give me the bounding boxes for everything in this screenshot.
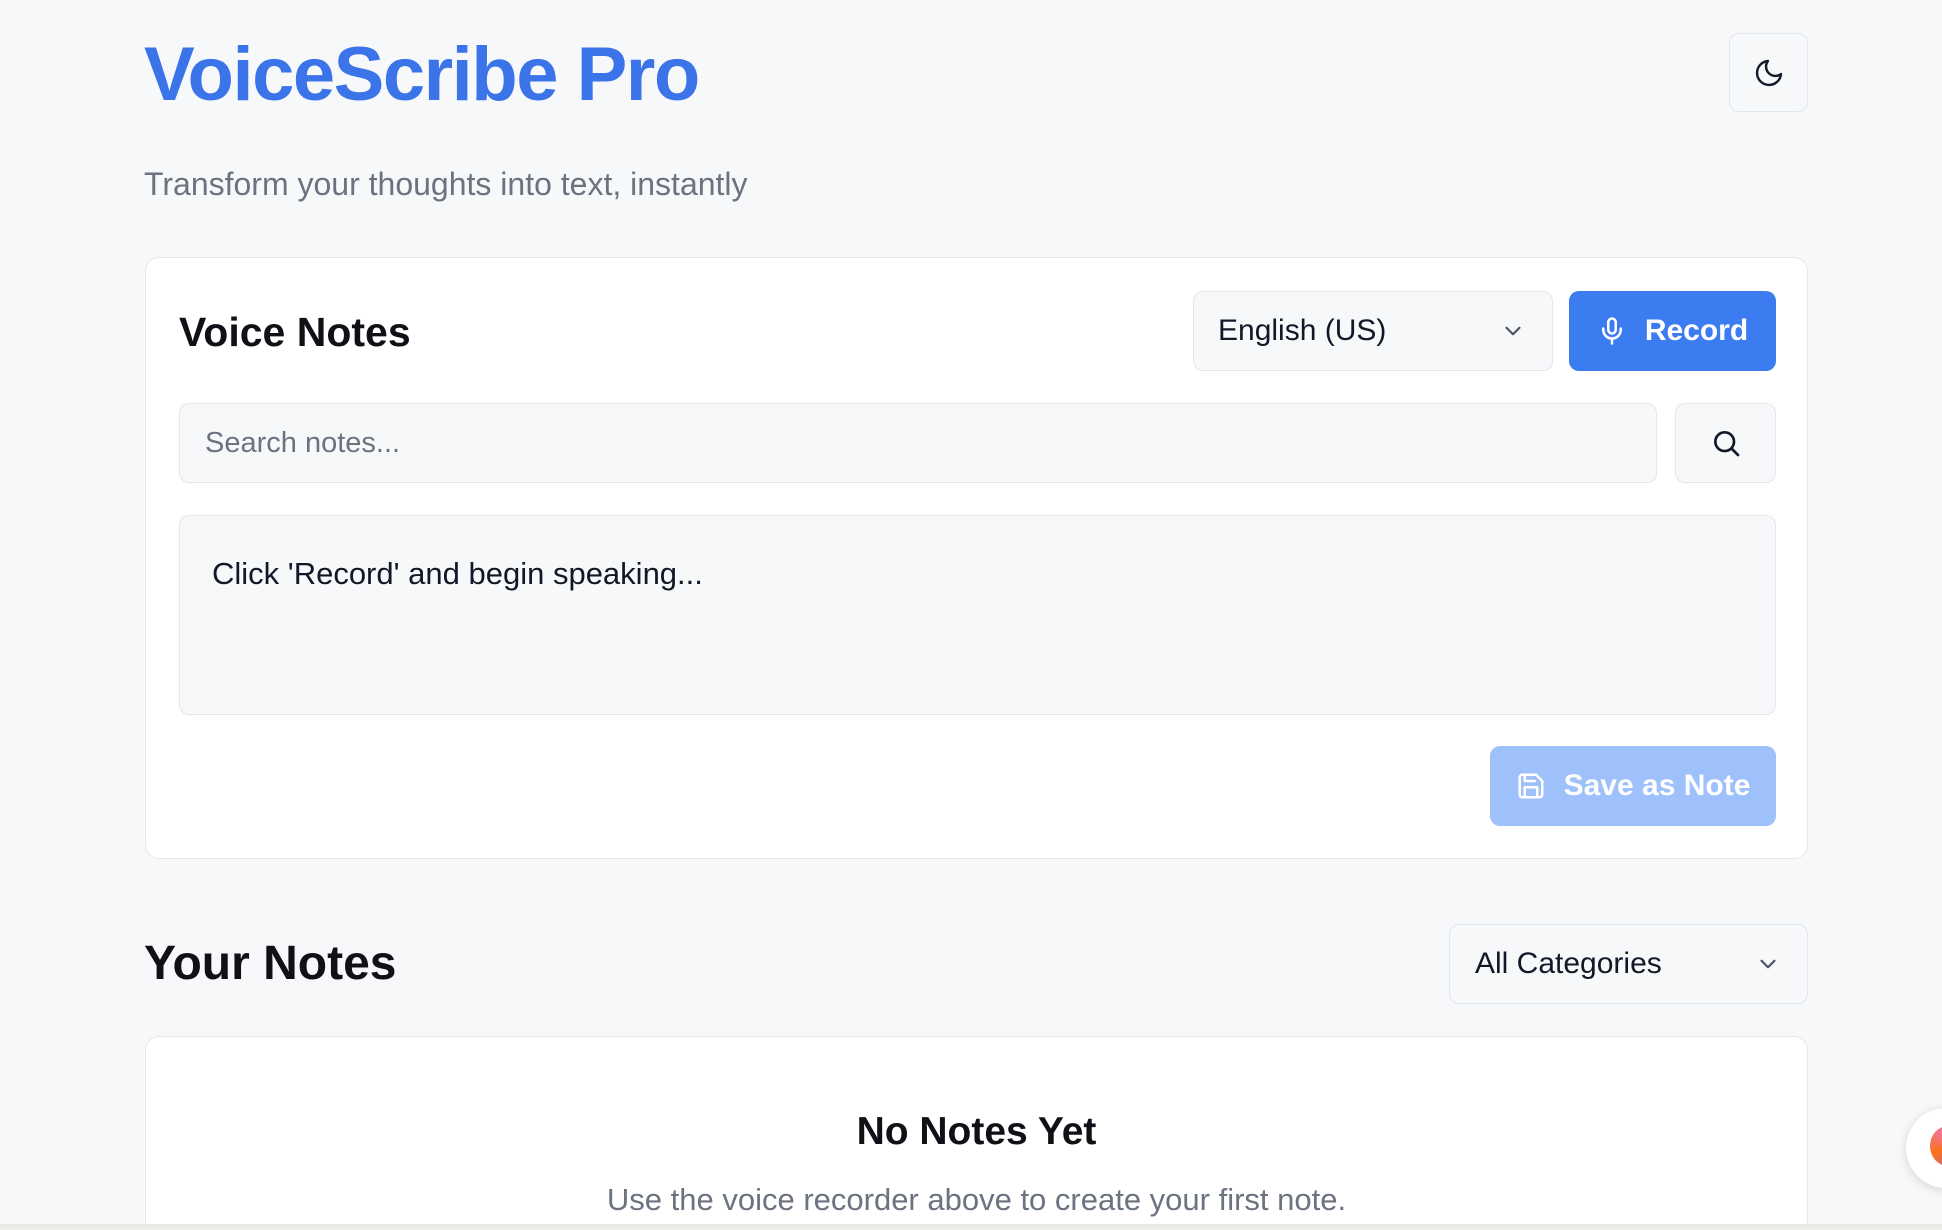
chevron-down-icon [1760, 959, 1776, 969]
your-notes-heading: Your Notes [144, 937, 397, 990]
search-notes-input[interactable] [179, 403, 1657, 483]
save-button-label: Save as Note [1563, 769, 1751, 802]
theme-toggle-button[interactable] [1729, 33, 1808, 112]
voice-notes-card: Voice Notes English (US) Record Click 'R… [145, 257, 1808, 859]
window-bottom-edge [0, 1224, 1942, 1230]
language-select-value: English (US) [1218, 314, 1387, 347]
app-subtitle: Transform your thoughts into text, insta… [144, 166, 748, 202]
record-button-label: Record [1644, 314, 1749, 347]
record-button[interactable]: Record [1569, 291, 1776, 371]
language-select[interactable]: English (US) [1193, 291, 1553, 371]
category-filter-value: All Categories [1475, 947, 1662, 980]
category-filter-select[interactable]: All Categories [1449, 924, 1808, 1004]
empty-state-description: Use the voice recorder above to create y… [606, 1182, 1347, 1217]
empty-state-title: No Notes Yet [856, 1110, 1097, 1153]
app-title: VoiceScribe Pro [144, 32, 700, 117]
notes-list-card: No Notes Yet Use the voice recorder abov… [145, 1036, 1808, 1230]
assistant-logo-icon [1930, 1126, 1942, 1166]
chevron-down-icon [1505, 326, 1521, 336]
search-button[interactable] [1675, 403, 1776, 483]
floating-assistant-button[interactable] [1906, 1108, 1942, 1188]
save-icon [1518, 773, 1544, 799]
page: VoiceScribe Pro Transform your thoughts … [0, 0, 1942, 1230]
transcript-area[interactable]: Click 'Record' and begin speaking... [179, 515, 1776, 715]
voice-notes-title: Voice Notes [179, 309, 411, 355]
microphone-icon [1601, 317, 1622, 345]
moon-icon [1755, 59, 1782, 86]
search-icon [1713, 431, 1739, 457]
save-as-note-button[interactable]: Save as Note [1490, 746, 1776, 826]
